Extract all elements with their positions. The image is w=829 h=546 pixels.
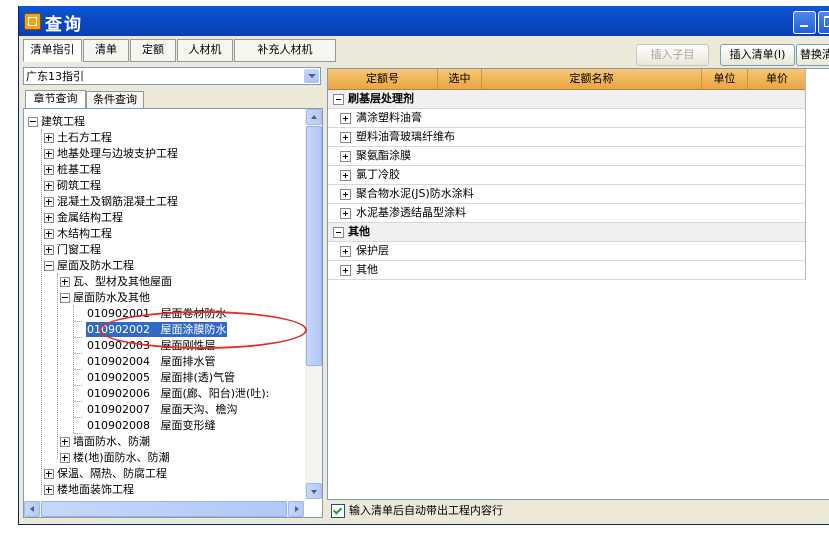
expand-icon[interactable] [60,277,70,287]
arrow-left-icon [30,506,34,512]
window-title: 查询 [45,15,83,35]
grid-row[interactable]: 氯丁冷胶 [328,166,806,185]
replace-list-button[interactable]: 替换清 [796,44,829,66]
tab-quota[interactable]: 定额 [130,39,176,62]
tree-line [57,273,58,459]
expand-icon[interactable] [340,151,351,162]
header-quota-name[interactable]: 定额名称 [482,69,702,89]
grid-row[interactable]: 塑料油膏玻璃纤维布 [328,128,806,147]
expand-icon[interactable] [340,208,351,219]
expand-icon[interactable] [44,149,54,159]
collapse-icon[interactable] [333,227,344,238]
tree-line [74,337,82,338]
title-bar[interactable]: 查询 [19,6,829,36]
chevron-down-icon[interactable] [304,69,319,83]
expand-icon[interactable] [44,133,54,143]
collapse-icon[interactable] [333,94,344,105]
header-quota-no[interactable]: 定额号 [328,69,438,89]
tab-list-guide[interactable]: 清单指引 [23,39,82,62]
grid-row[interactable]: 保护层 [328,242,806,261]
expand-icon[interactable] [340,113,351,124]
tab-list[interactable]: 清单 [83,39,129,62]
expand-icon[interactable] [340,189,351,200]
tree-line [74,369,82,370]
quota-grid: 定额号 选中 定额名称 单位 单价 刷基层处理剂 满涂塑料油膏 塑料油膏玻璃纤维… [327,68,829,500]
expand-icon[interactable] [44,165,54,175]
tree-horizontal-scrollbar[interactable] [24,501,304,517]
tab-chapter-query[interactable]: 章节查询 [25,90,86,110]
query-window: 查询 清单指引 清单 定额 人材机 补充人材机 插入子目 插入清单(I) 替换清… [18,6,829,525]
header-unit[interactable]: 单位 [702,69,748,89]
expand-icon[interactable] [60,437,70,447]
grid-row[interactable]: 满涂塑料油膏 [328,109,806,128]
scroll-up-button[interactable] [306,109,322,125]
scroll-left-button[interactable] [24,501,40,517]
guide-select[interactable]: 广东13指引 [23,67,321,85]
expand-icon[interactable] [44,197,54,207]
tab-supplement-labor-material-machine[interactable]: 补充人材机 [234,39,336,62]
guide-select-value: 广东13指引 [26,70,84,83]
arrow-down-icon [311,490,317,494]
maximize-button[interactable] [818,11,829,34]
header-price[interactable]: 单价 [748,69,806,89]
checkbox-checked-icon[interactable] [331,504,345,518]
grid-row[interactable]: 其他 [328,261,806,280]
tree-line [41,129,42,495]
grid-group-row[interactable]: 刷基层处理剂 [328,90,806,109]
expand-icon[interactable] [44,245,54,255]
expand-icon[interactable] [60,453,70,463]
scroll-right-button[interactable] [288,501,304,517]
tree-vertical-scrollbar[interactable] [305,109,322,499]
tree-line [74,353,82,354]
grid-row[interactable]: 聚合物水泥(JS)防水涂料 [328,185,806,204]
expand-icon[interactable] [340,246,351,257]
arrow-right-icon [295,506,299,512]
collapse-icon[interactable] [60,293,70,303]
chapter-tree: 建筑工程 土石方工程 地基处理与边坡支护工程 桩基工程 砌筑工程 混凝土及钢筋混… [23,108,323,518]
grid-group-row[interactable]: 其他 [328,223,806,242]
grid-header: 定额号 选中 定额名称 单位 单价 [328,69,806,90]
expand-icon[interactable] [340,132,351,143]
expand-icon[interactable] [44,229,54,239]
app-icon [24,13,41,30]
arrow-up-icon [311,115,317,119]
expand-icon[interactable] [44,181,54,191]
horizontal-scroll-thumb[interactable] [41,501,287,517]
scroll-down-button[interactable] [306,483,322,499]
collapse-icon[interactable] [28,117,38,127]
expand-icon[interactable] [340,265,351,276]
expand-icon[interactable] [44,469,54,479]
grid-row[interactable]: 水泥基渗透结晶型涂料 [328,204,806,223]
grid-right-border [805,69,806,280]
tree-line [74,321,82,322]
expand-icon[interactable] [44,213,54,223]
expand-icon[interactable] [340,170,351,181]
insert-list-button[interactable]: 插入清单(I) [720,44,795,66]
tree-line [74,385,82,386]
grid-row[interactable]: 聚氨酯涂膜 [328,147,806,166]
expand-icon[interactable] [44,485,54,495]
minimize-button[interactable] [793,11,816,34]
scroll-thumb[interactable] [306,126,322,366]
insert-child-button[interactable]: 插入子目 [636,44,709,66]
header-selected[interactable]: 选中 [438,69,482,89]
tree-line [74,417,82,418]
collapse-icon[interactable] [44,261,54,271]
tree-line [74,401,82,402]
tab-labor-material-machine[interactable]: 人材机 [177,39,233,62]
